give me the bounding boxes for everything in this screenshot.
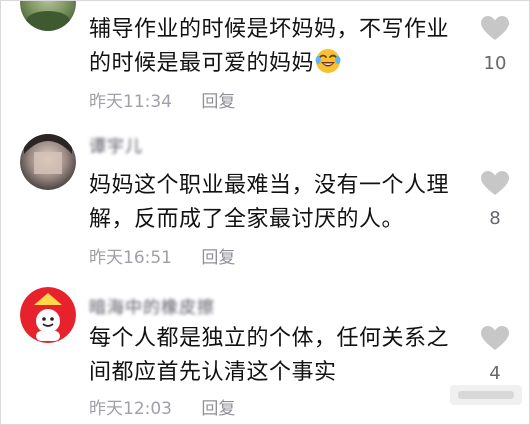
avatar[interactable]	[20, 1, 76, 31]
comment-text: 妈妈这个职业最难当，没有一个人理 解，反而成了全家最讨厌的人。	[89, 169, 469, 237]
like-button[interactable]: 10	[477, 16, 513, 74]
username[interactable]: 谭宇儿	[89, 132, 143, 157]
like-count: 8	[489, 208, 501, 229]
comment-list: 辅导作业的时候是坏妈妈，不写作业 的时候是最可爱的妈妈 昨天11:34 回复 1…	[0, 0, 530, 425]
red-hat-icon	[20, 287, 76, 343]
comment-text: 辅导作业的时候是坏妈妈，不写作业 的时候是最可爱的妈妈	[89, 13, 469, 85]
comment-meta: 昨天12:03 回复	[89, 394, 235, 419]
comment-text-line-1: 妈妈这个职业最难当，没有一个人理	[89, 173, 450, 198]
like-button[interactable]: 4	[477, 326, 513, 384]
heart-icon	[481, 16, 509, 40]
watermark	[450, 381, 522, 409]
reply-button[interactable]: 回复	[201, 87, 235, 112]
like-button[interactable]: 8	[477, 171, 513, 229]
username[interactable]: 暗海中的橡皮擦	[89, 293, 215, 318]
comment-text-line-2: 间都应首先认清这个事实	[89, 360, 337, 385]
comment-time: 昨天12:03	[89, 399, 172, 419]
avatar-image	[20, 1, 76, 31]
heart-icon	[481, 171, 509, 195]
comment-text-line-2: 的时候是最可爱的妈妈	[89, 47, 469, 85]
avatar[interactable]	[20, 134, 76, 190]
reply-button[interactable]: 回复	[201, 394, 235, 419]
avatar-image	[20, 134, 76, 190]
comment-meta: 昨天11:34 回复	[89, 87, 235, 112]
comment-text: 每个人都是独立的个体，任何关系之 间都应首先认清这个事实	[89, 322, 469, 390]
like-count: 10	[483, 53, 507, 74]
comment-item-2: 谭宇儿 妈妈这个职业最难当，没有一个人理 解，反而成了全家最讨厌的人。 昨天16…	[1, 126, 529, 271]
heart-icon	[481, 326, 509, 350]
comment-meta: 昨天16:51 回复	[89, 243, 235, 268]
laughing-crying-emoji-icon	[315, 48, 341, 85]
comment-time: 昨天16:51	[89, 248, 172, 268]
comment-time: 昨天11:34	[89, 92, 172, 112]
comment-item-1: 辅导作业的时候是坏妈妈，不写作业 的时候是最可爱的妈妈 昨天11:34 回复 1…	[1, 1, 529, 126]
comment-text-line-1: 辅导作业的时候是坏妈妈，不写作业	[89, 17, 450, 42]
comment-text-line-2: 解，反而成了全家最讨厌的人。	[89, 207, 405, 232]
comment-text-line-1: 每个人都是独立的个体，任何关系之	[89, 326, 450, 351]
reply-button[interactable]: 回复	[201, 243, 235, 268]
avatar[interactable]	[20, 287, 76, 343]
